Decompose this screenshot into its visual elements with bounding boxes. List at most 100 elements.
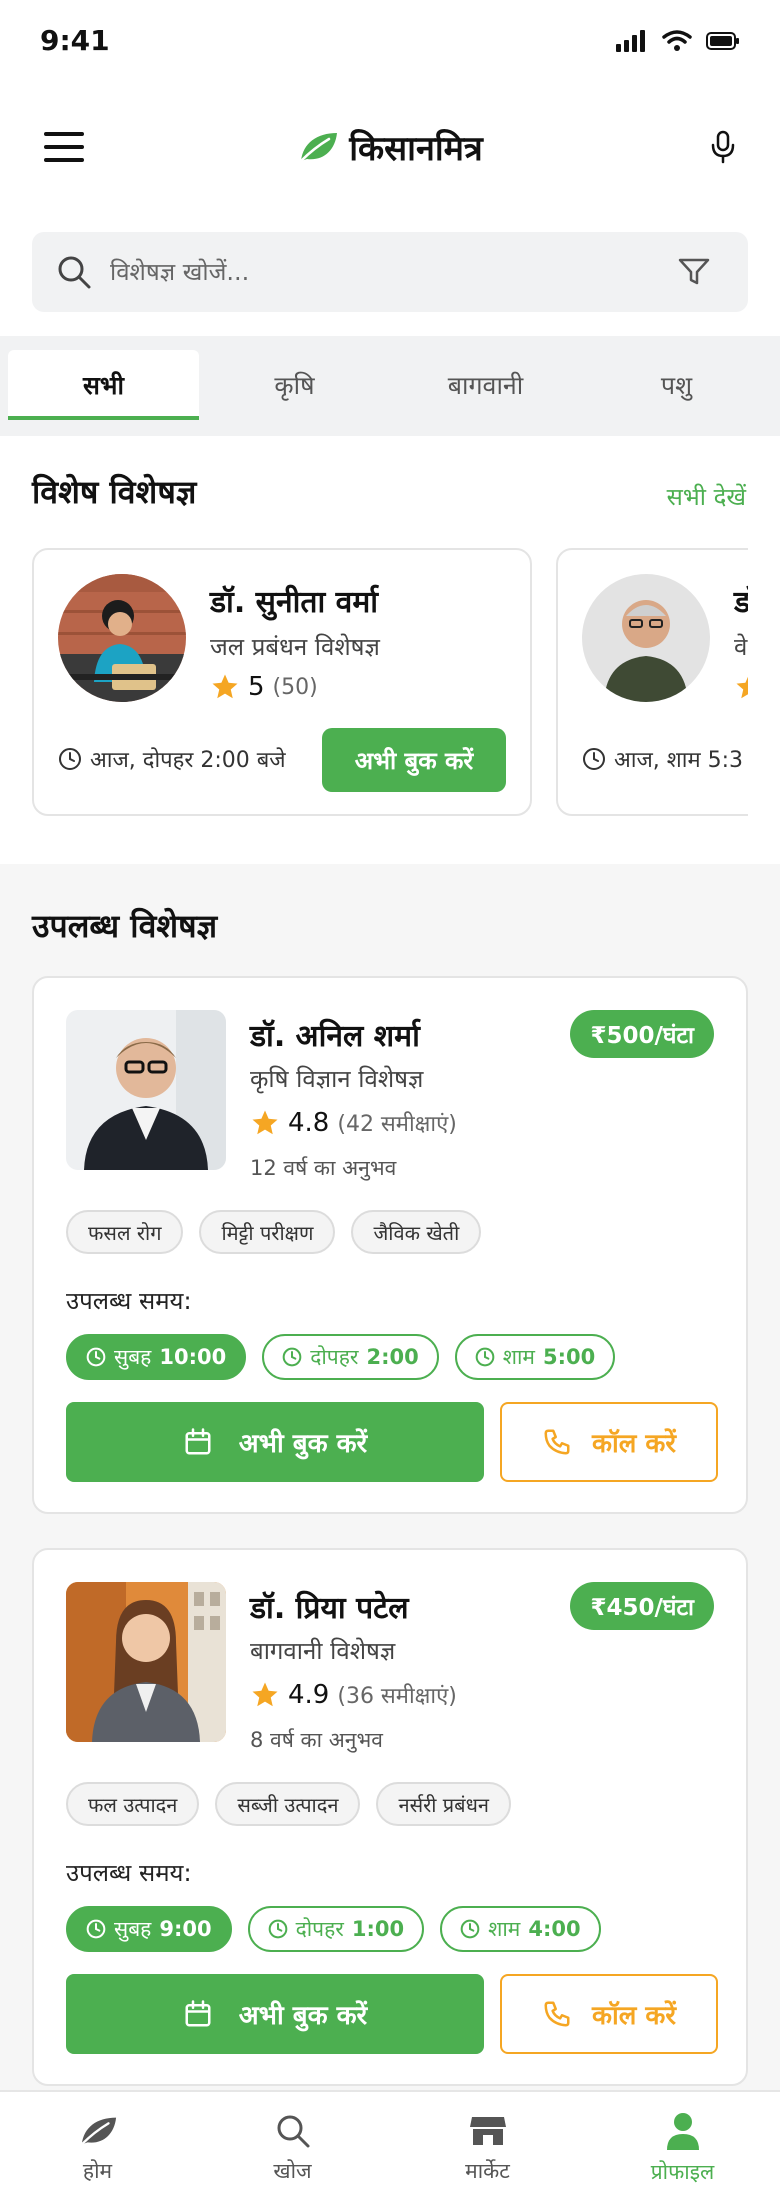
clock-icon [583,748,605,770]
leaf-logo-icon [300,133,338,163]
search-icon [58,256,91,289]
slot-time: 10:00 [159,1345,227,1369]
time-slot[interactable]: दोपहर 2:00 [262,1334,439,1380]
tag-chip: जैविक खेती [351,1210,482,1254]
rating: 4.9 (36 समीक्षाएं) [250,1680,457,1710]
call-button[interactable]: कॉल करें [500,1974,718,2054]
slot-time: 9:00 [159,1917,212,1941]
featured-card[interactable]: डॉ. सुनीता वर्मा जल प्रबंधन विशेषज्ञ 5 (… [32,548,532,816]
expert-specialty: बागवानी विशेषज्ञ [250,1637,396,1665]
time-slot[interactable]: शाम 4:00 [440,1906,601,1952]
nav-search-label: खोज [273,2159,312,2183]
tab-livestock[interactable]: पशु [581,350,772,420]
bottom-nav: होम खोज मार्केट प्रोफाइल [0,2090,780,2206]
experience: 12 वर्ष का अनुभव [250,1156,397,1180]
tag-chip: सब्जी उत्पादन [215,1782,361,1826]
nav-search[interactable]: खोज [195,2092,390,2206]
slot-period: शाम [502,1345,535,1369]
price-badge: ₹450/घंटा [570,1582,714,1630]
next-slot: आज, शाम 5:3 [582,744,743,774]
rating-value: 5 [248,672,265,702]
nav-profile-label: प्रोफाइल [650,2160,715,2184]
book-now-label: अभी बुक करें [238,2001,368,2031]
category-tabs: सभी कृषि बागवानी पशु [0,336,780,436]
phone-icon [544,2001,570,2027]
time-slot[interactable]: सुबह 9:00 [66,1906,232,1952]
time-slot[interactable]: दोपहर 1:00 [247,1906,425,1952]
book-now-button[interactable]: अभी बुक करें [322,728,506,792]
slot-period: सुबह [114,1917,152,1941]
leaf-icon [80,2117,116,2146]
next-slot-text: आज, दोपहर 2:00 बजे [90,748,286,773]
clock-icon [86,1347,106,1367]
book-now-button[interactable]: अभी बुक करें [66,1402,484,1482]
star-icon [736,676,748,699]
featured-card[interactable]: डॉ. वे आज, शाम 5:3 [556,548,748,816]
expert-specialty: वे [734,633,748,661]
nav-home[interactable]: होम [0,2092,195,2206]
tab-all[interactable]: सभी [8,350,199,420]
book-now-label: अभी बुक करें [238,1429,368,1459]
tab-agriculture[interactable]: कृषि [199,350,390,420]
tag-list: फसल रोग मिट्टी परीक्षण जैविक खेती [66,1210,482,1254]
tag-chip: फसल रोग [66,1210,184,1254]
time-slot[interactable]: सुबह 10:00 [66,1334,247,1380]
filter-icon[interactable] [678,257,710,287]
available-title: उपलब्ध विशेषज्ञ [32,907,218,945]
clock-icon [268,1919,287,1939]
phone-icon [544,1429,570,1455]
search-input[interactable] [110,258,678,286]
brand-name: किसानमित्र [349,129,483,169]
expert-photo [66,1010,226,1170]
call-label: कॉल करें [592,2001,676,2031]
see-all-link[interactable]: सभी देखें [667,480,746,513]
calendar-icon [185,2000,211,2027]
tag-chip: फल उत्पादन [66,1782,200,1826]
battery-icon [706,32,739,50]
tag-chip: नर्सरी प्रबंधन [376,1782,512,1826]
star-icon [212,674,238,699]
nav-market-label: मार्केट [465,2159,510,2183]
star-icon [252,1110,278,1135]
featured-card-clip: डॉ. वे आज, शाम 5:3 [556,548,748,816]
nav-profile[interactable]: प्रोफाइल [585,2092,780,2206]
nav-market[interactable]: मार्केट [390,2092,585,2206]
next-slot: आज, दोपहर 2:00 बजे [58,744,286,774]
search-bar [32,232,748,312]
expert-specialty: कृषि विज्ञान विशेषज्ञ [250,1065,424,1093]
book-now-button[interactable]: अभी बुक करें [66,1974,484,2054]
slot-time: 5:00 [542,1345,596,1369]
rating [734,672,748,702]
review-count: (36 समीक्षाएं) [337,1684,457,1709]
slot-time: 4:00 [528,1917,581,1941]
slot-period: सुबह [114,1345,152,1369]
store-icon [469,2117,506,2145]
call-button[interactable]: कॉल करें [500,1402,718,1482]
calendar-icon [185,1428,211,1455]
clock-icon [59,748,81,770]
slot-period: दोपहर [310,1345,359,1369]
review-count: (42 समीक्षाएं) [337,1112,457,1137]
slot-period: शाम [488,1917,521,1941]
signal-icon [616,30,645,52]
status-icons [616,30,740,52]
next-slot-text: आज, शाम 5:3 [614,748,744,773]
slot-time: 1:00 [351,1917,405,1941]
mic-icon[interactable] [710,130,736,168]
rating-value: 4.9 [288,1680,330,1710]
slots-label: उपलब्ध समय: [66,1287,192,1315]
tag-list: फल उत्पादन सब्जी उत्पादन नर्सरी प्रबंधन [66,1782,512,1826]
expert-name: डॉ. सुनीता वर्मा [210,585,379,620]
slot-time: 2:00 [366,1345,419,1369]
expert-card: डॉ. प्रिया पटेल बागवानी विशेषज्ञ 4.9 (36… [32,1548,748,2086]
review-count: (50) [272,674,318,700]
price-badge: ₹500/घंटा [570,1010,714,1058]
expert-specialty: जल प्रबंधन विशेषज्ञ [210,633,380,661]
time-slots: सुबह 10:00 दोपहर 2:00 शाम 5:00 [66,1334,616,1380]
tab-horticulture[interactable]: बागवानी [390,350,581,420]
user-icon [666,2113,699,2150]
time-slot[interactable]: शाम 5:00 [454,1334,616,1380]
avatar [58,574,186,702]
tag-chip: मिट्टी परीक्षण [199,1210,336,1254]
rating: 5 (50) [210,672,318,702]
